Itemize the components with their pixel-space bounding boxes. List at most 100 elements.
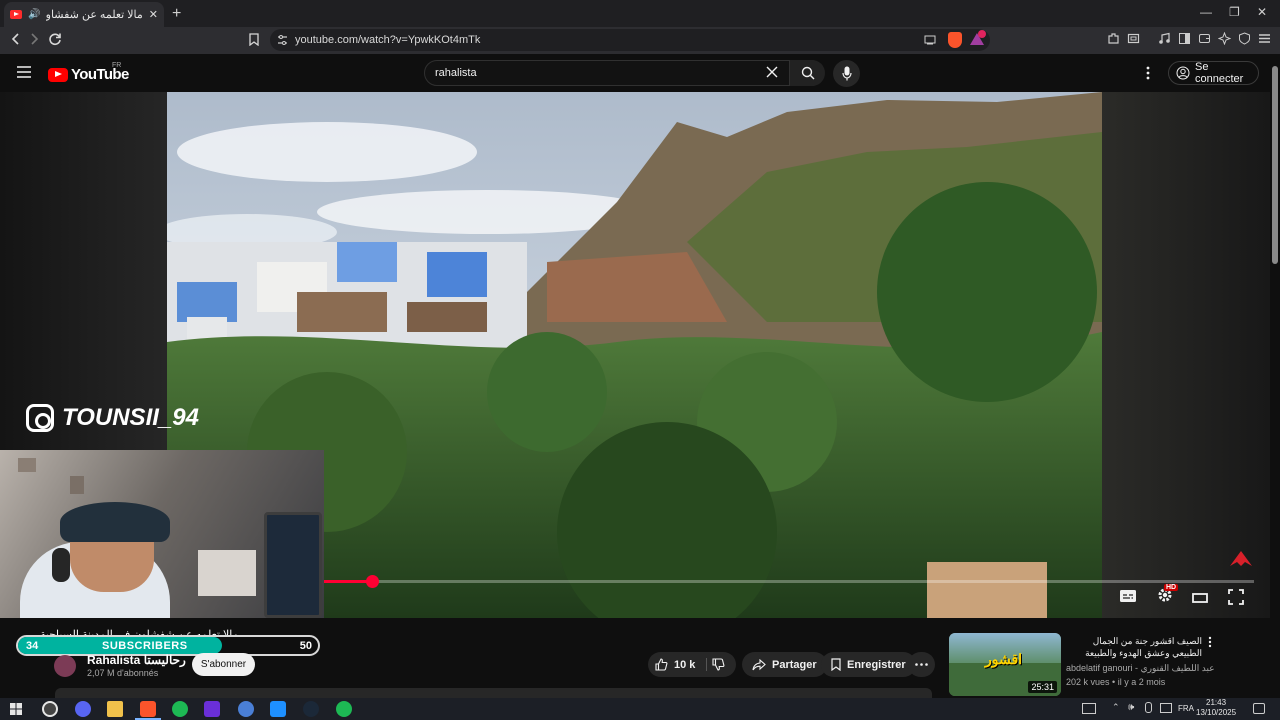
recommended-age: il y a 2 mois [1117,677,1166,687]
clear-search-icon[interactable] [765,65,779,79]
voice-search-button[interactable] [833,60,860,87]
description-box[interactable] [55,688,932,698]
youtube-favicon-icon [10,10,22,19]
windows-taskbar: ⌃ 🕪 FRA 21:43 13/10/2025 [0,698,1280,720]
wallet2-icon[interactable] [1198,32,1211,45]
minimize-button[interactable]: — [1200,5,1212,19]
save-button[interactable]: Enregistrer [821,652,916,677]
like-count: 10 k [674,658,696,671]
thumbnail-text: اقشور [985,651,1023,667]
notifications-icon[interactable] [1253,703,1265,714]
network-icon[interactable] [1160,703,1172,713]
close-window-button[interactable]: ✕ [1257,5,1267,19]
recommended-channel[interactable]: abdelatif ganouri - عبد اللطيف القنوري [1066,663,1215,674]
search-input[interactable]: rahalista [435,67,477,79]
browser-tab-strip: 🔊 مالا تعلمه عن شفشاون في الد ✕ + — ❐ ✕ [0,0,1280,27]
recommended-views-age: 202 k vues • il y a 2 mois [1066,677,1166,687]
speaker-icon[interactable]: 🔊 [28,9,40,20]
like-dislike-group: 10 k [648,652,736,677]
volume-icon[interactable]: 🕪 [1128,702,1134,713]
tray-mic-icon[interactable] [1145,702,1152,713]
sign-in-button[interactable]: Se connecter [1168,61,1259,85]
sidebar-icon[interactable] [1178,32,1191,45]
url-text: youtube.com/watch?v=YpwkKOt4mTk [295,34,481,46]
recommendation-menu-icon[interactable] [1208,636,1212,648]
spotify-icon[interactable] [172,701,188,717]
spotify-alt-icon[interactable] [336,701,352,717]
subtitles-icon[interactable] [1119,589,1137,603]
save-bookmark-icon [831,658,841,671]
reload-icon[interactable] [48,32,62,46]
search-icon [801,66,815,80]
fullscreen-icon[interactable] [1228,589,1244,605]
forward-icon[interactable] [30,33,40,45]
like-button[interactable]: 10 k [655,652,695,677]
thumbs-down-icon [712,658,725,671]
clock-date: 13/10/2025 [1196,708,1237,717]
input-language[interactable]: FRA [1178,704,1194,713]
address-bar[interactable]: youtube.com/watch?v=YpwkKOt4mTk [270,29,990,51]
video-player[interactable]: TOUNSII_94 HD [0,92,1270,618]
browser-tab[interactable]: 🔊 مالا تعلمه عن شفشاون في الد ✕ [4,2,164,27]
streamer-cap [60,502,170,542]
close-tab-icon[interactable]: ✕ [149,8,158,21]
youtube-logo[interactable]: YouTube FR [48,62,129,83]
keyboard-icon[interactable] [1082,703,1096,714]
dislike-button[interactable] [712,658,725,671]
file-explorer-icon[interactable] [107,701,123,717]
new-tab-button[interactable]: + [172,5,181,23]
brave-shields-icon[interactable] [948,32,962,48]
youtube-play-icon [48,67,68,82]
subscribe-button[interactable]: S'abonner [192,653,255,676]
obs-icon[interactable] [42,701,58,717]
site-settings-icon[interactable] [277,35,288,45]
headset [52,548,70,582]
tab-title: مالا تعلمه عن شفشاون في الد [46,9,143,21]
channel-avatar[interactable] [54,655,76,677]
purple-app-icon[interactable] [204,701,220,717]
restore-button[interactable]: ❐ [1229,5,1240,19]
extensions-icon[interactable] [1107,32,1120,45]
menu-icon[interactable] [1258,32,1271,45]
settings-gear-icon[interactable]: HD [1156,584,1179,604]
search-box[interactable]: rahalista [424,60,825,86]
bookmark-icon[interactable] [249,33,259,46]
recommended-video-title[interactable]: الصيف اقشور جنة من الجمال الطبيعي وعشق ا… [1066,635,1202,659]
save-label: Enregistrer [847,658,906,671]
wallet-icon[interactable] [1127,32,1140,45]
system-clock[interactable]: 21:43 13/10/2025 [1196,698,1236,718]
theater-mode-icon[interactable] [1192,593,1208,603]
cast-icon[interactable] [924,35,936,45]
editor-app-icon[interactable] [270,701,286,717]
more-horizontal-icon [915,663,928,666]
search-button[interactable] [789,60,825,86]
more-options-icon[interactable] [1146,66,1150,80]
instagram-overlay: TOUNSII_94 [26,404,199,432]
share-icon [752,658,766,671]
tray-chevron-icon[interactable]: ⌃ [1112,702,1120,713]
video-progress-bar[interactable] [324,575,1254,588]
share-label: Partager [772,658,817,671]
vpn-shield-icon[interactable] [1238,32,1251,45]
back-icon[interactable] [10,33,20,45]
scrollbar-thumb[interactable] [1272,66,1278,264]
channel-name[interactable]: Rahalista رحاليستا [87,653,186,667]
progress-played [324,580,373,583]
steam-icon[interactable] [303,701,319,717]
sign-in-label: Se connecter [1195,61,1244,85]
windows-start-icon[interactable] [10,703,22,715]
discord-icon[interactable] [75,701,91,717]
thumbs-up-icon [655,658,668,671]
blue-app-icon[interactable] [238,701,254,717]
page-scrollbar[interactable] [1270,54,1280,698]
share-button[interactable]: Partager [742,652,827,677]
more-actions-button[interactable] [908,652,935,677]
browser-toolbar: youtube.com/watch?v=YpwkKOt4mTk [0,27,1280,54]
leo-ai-icon[interactable] [1218,32,1231,45]
recommended-video-thumbnail[interactable]: اقشور 25:31 [949,633,1061,696]
media-icon[interactable] [1158,32,1171,45]
brave-browser-icon[interactable] [140,701,156,717]
channel-watermark-icon[interactable] [1228,548,1254,568]
subscriber-goal-target: 50 [299,640,312,652]
hamburger-menu-icon[interactable] [17,66,31,78]
